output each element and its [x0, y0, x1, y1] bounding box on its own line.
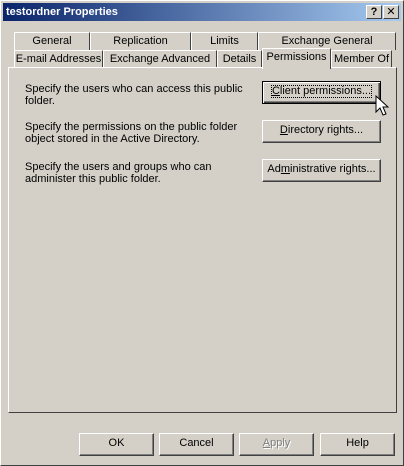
- administrative-rights-description: Specify the users and groups who can adm…: [25, 161, 212, 185]
- client-permissions-description: Specify the users who can access this pu…: [25, 83, 243, 107]
- tab-general[interactable]: General: [14, 32, 90, 50]
- tab-details[interactable]: Details: [217, 50, 262, 68]
- administrative-rights-button[interactable]: Administrative rights...: [262, 159, 381, 182]
- tab-member-of[interactable]: Member Of: [331, 50, 392, 68]
- tab-exchange-advanced[interactable]: Exchange Advanced: [103, 50, 217, 68]
- tab-limits[interactable]: Limits: [191, 32, 258, 50]
- title-bar[interactable]: testordner Properties ? ✕: [3, 3, 401, 21]
- window-title: testordner Properties: [6, 6, 118, 18]
- mouse-cursor-icon: [375, 95, 389, 116]
- cancel-button[interactable]: Cancel: [159, 433, 234, 456]
- permissions-panel: [8, 67, 397, 413]
- ok-button[interactable]: OK: [79, 433, 154, 456]
- properties-dialog: testordner Properties ? ✕ General Replic…: [0, 0, 404, 466]
- client-permissions-button[interactable]: Client permissions...: [262, 81, 381, 104]
- client-permissions-label: Client permissions...: [268, 82, 375, 101]
- tab-permissions[interactable]: Permissions: [262, 48, 331, 69]
- tab-email-addresses[interactable]: E-mail Addresses: [14, 50, 103, 68]
- apply-button[interactable]: Apply: [239, 433, 314, 456]
- tab-replication[interactable]: Replication: [90, 32, 191, 50]
- directory-rights-button[interactable]: Directory rights...: [262, 120, 381, 143]
- directory-rights-description: Specify the permissions on the public fo…: [25, 121, 238, 145]
- help-button[interactable]: Help: [320, 433, 395, 456]
- help-title-button[interactable]: ?: [366, 5, 382, 19]
- close-title-button[interactable]: ✕: [383, 5, 399, 19]
